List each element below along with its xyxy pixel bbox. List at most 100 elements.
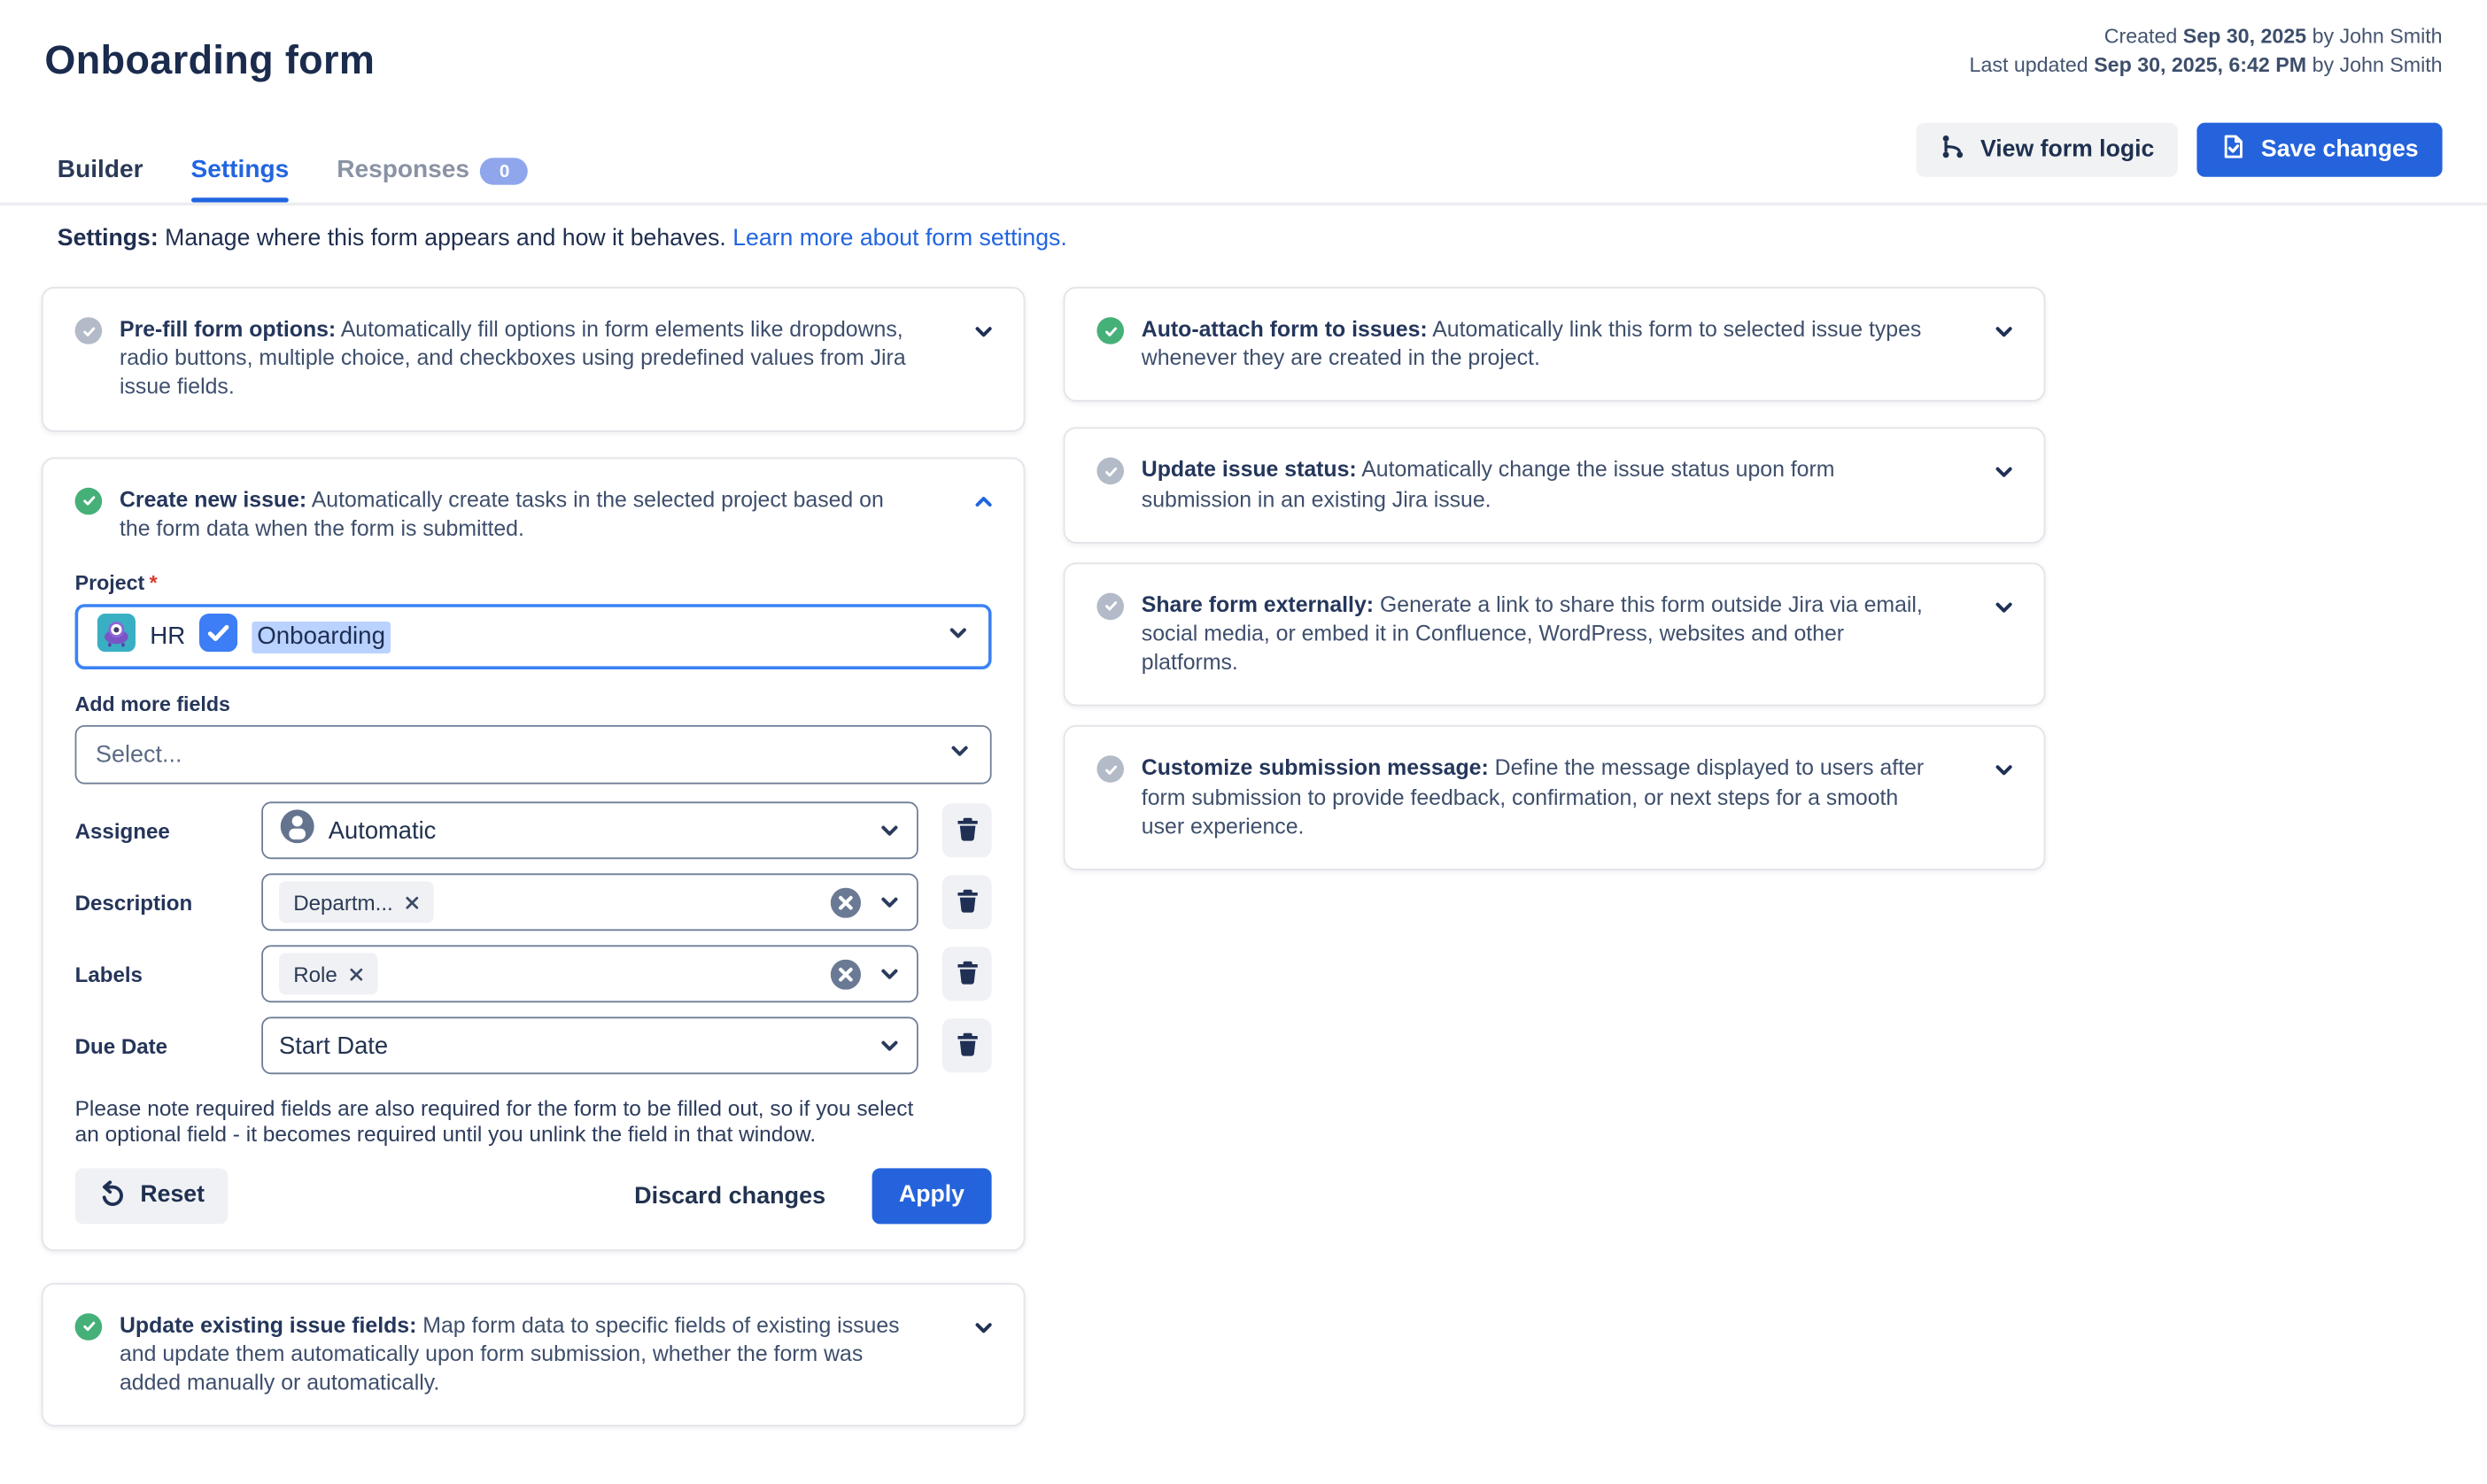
required-asterisk: *: [150, 570, 158, 594]
project-label: Project*: [75, 570, 992, 594]
trash-icon: [954, 1031, 980, 1061]
status-check-icon: [1096, 756, 1124, 784]
chevron-down-icon[interactable]: [879, 1034, 901, 1056]
description-select[interactable]: Departm...: [261, 873, 918, 931]
tab-settings[interactable]: Settings: [190, 156, 289, 202]
expand-card-button[interactable]: [1993, 591, 2015, 618]
chevron-up-icon: [972, 491, 995, 513]
project-avatar-icon: [97, 614, 136, 660]
settings-subtitle: Settings: Manage where this form appears…: [58, 227, 1067, 252]
expand-card-button[interactable]: [972, 315, 995, 343]
create-card-footer: Reset Discard changes Apply: [75, 1168, 992, 1224]
issue-name-selected: Onboarding: [252, 621, 391, 653]
status-check-icon: [1096, 592, 1124, 620]
clear-all-icon[interactable]: [831, 887, 861, 917]
due-date-value: Start Date: [279, 1032, 388, 1060]
chevron-down-icon: [972, 1316, 995, 1338]
chevron-down-icon[interactable]: [879, 819, 901, 841]
reset-button[interactable]: Reset: [75, 1168, 229, 1224]
card-description: Update existing issue fields: Map form d…: [120, 1311, 913, 1398]
reset-label: Reset: [140, 1183, 205, 1209]
view-form-logic-button[interactable]: View form logic: [1917, 123, 2178, 177]
delete-field-button[interactable]: [942, 1018, 992, 1072]
meta-updated: Last updated Sep 30, 2025, 6:42 PM by Jo…: [1970, 50, 2443, 79]
page-title: Onboarding form: [44, 38, 375, 84]
tab-responses[interactable]: Responses 0: [337, 156, 528, 202]
card-auto-attach: Auto-attach form to issues: Automaticall…: [1064, 287, 2046, 402]
collapse-card-button[interactable]: [972, 485, 995, 513]
labels-select[interactable]: Role: [261, 945, 918, 1002]
status-check-icon: [75, 1313, 103, 1341]
learn-more-link[interactable]: Learn more about form settings.: [732, 227, 1067, 252]
tab-bar: Builder Settings Responses 0: [58, 156, 529, 202]
expand-card-button[interactable]: [972, 1311, 995, 1339]
field-row-description: Description Departm...: [75, 873, 992, 931]
card-description: Create new issue: Automatically create t…: [120, 485, 913, 544]
trash-icon: [954, 887, 980, 917]
save-changes-label: Save changes: [2261, 137, 2419, 163]
field-row-assignee: Assignee Automatic: [75, 801, 992, 859]
card-prefill-options: Pre-fill form options: Automatically fil…: [42, 287, 1026, 431]
card-description: Auto-attach form to issues: Automaticall…: [1142, 315, 1935, 374]
card-create-new-issue: Create new issue: Automatically create t…: [42, 457, 1026, 1251]
chevron-down-icon[interactable]: [879, 962, 901, 985]
delete-field-button[interactable]: [942, 947, 992, 1001]
view-form-logic-label: View form logic: [1980, 137, 2154, 163]
row-label: Due Date: [75, 1033, 262, 1057]
subtitle-bold: Settings:: [58, 227, 159, 252]
form-logic-branch-icon: [1941, 134, 1966, 166]
card-update-issue-status: Update issue status: Automatically chang…: [1064, 428, 2046, 543]
responses-count-badge: 0: [481, 158, 529, 185]
chevron-down-icon: [949, 739, 971, 769]
apply-button[interactable]: Apply: [872, 1168, 991, 1224]
chevron-down-icon: [1993, 760, 2015, 782]
assignee-select[interactable]: Automatic: [261, 801, 918, 859]
row-label: Description: [75, 890, 262, 914]
left-column: Pre-fill form options: Automatically fil…: [42, 287, 1026, 1427]
delete-field-button[interactable]: [942, 875, 992, 929]
save-document-check-icon: [2221, 134, 2247, 166]
status-check-icon: [1096, 317, 1124, 344]
card-description: Share form externally: Generate a link t…: [1142, 591, 1935, 677]
card-description: Update issue status: Automatically chang…: [1142, 457, 1935, 515]
expand-card-button[interactable]: [1993, 754, 2015, 782]
field-row-labels: Labels Role: [75, 945, 992, 1002]
discard-changes-button[interactable]: Discard changes: [624, 1180, 835, 1210]
chevron-down-icon: [1993, 461, 2015, 483]
right-column: Auto-attach form to issues: Automaticall…: [1064, 287, 2046, 870]
due-date-select[interactable]: Start Date: [261, 1016, 918, 1074]
project-name: HR: [150, 622, 185, 651]
add-more-fields-label: Add more fields: [75, 692, 992, 715]
page: Onboarding form Created Sep 30, 2025 by …: [0, 0, 2487, 1484]
card-customize-submission-message: Customize submission message: Define the…: [1064, 726, 2046, 870]
status-check-icon: [1096, 458, 1124, 485]
form-meta: Created Sep 30, 2025 by John Smith Last …: [1970, 22, 2443, 78]
field-row-due-date: Due Date Start Date: [75, 1016, 992, 1074]
chip-remove-icon[interactable]: [404, 895, 418, 909]
tab-builder[interactable]: Builder: [58, 156, 143, 202]
add-fields-select[interactable]: Select...: [75, 725, 992, 785]
trash-icon: [954, 815, 980, 846]
card-update-existing-fields: Update existing issue fields: Map form d…: [42, 1283, 1026, 1427]
row-label: Labels: [75, 962, 262, 985]
select-placeholder: Select...: [96, 741, 182, 769]
task-type-icon: [199, 614, 237, 660]
assignee-value: Automatic: [329, 817, 437, 845]
field-chip: Role: [279, 953, 377, 994]
save-changes-button[interactable]: Save changes: [2197, 123, 2443, 177]
meta-created: Created Sep 30, 2025 by John Smith: [1970, 22, 2443, 50]
status-check-icon: [75, 317, 103, 344]
expand-card-button[interactable]: [1993, 457, 2015, 484]
delete-field-button[interactable]: [942, 803, 992, 857]
chevron-down-icon: [1993, 321, 2015, 343]
project-select[interactable]: HR Onboarding: [75, 604, 992, 669]
expand-card-button[interactable]: [1993, 315, 2015, 343]
chevron-down-icon: [972, 321, 995, 343]
chevron-down-icon[interactable]: [879, 891, 901, 913]
field-chip: Departm...: [279, 881, 433, 923]
chip-remove-icon[interactable]: [348, 967, 362, 981]
header-actions: View form logic Save changes: [1917, 123, 2443, 177]
card-description: Pre-fill form options: Automatically fil…: [120, 315, 913, 402]
reset-undo-icon: [99, 1179, 127, 1213]
clear-all-icon[interactable]: [831, 959, 861, 989]
